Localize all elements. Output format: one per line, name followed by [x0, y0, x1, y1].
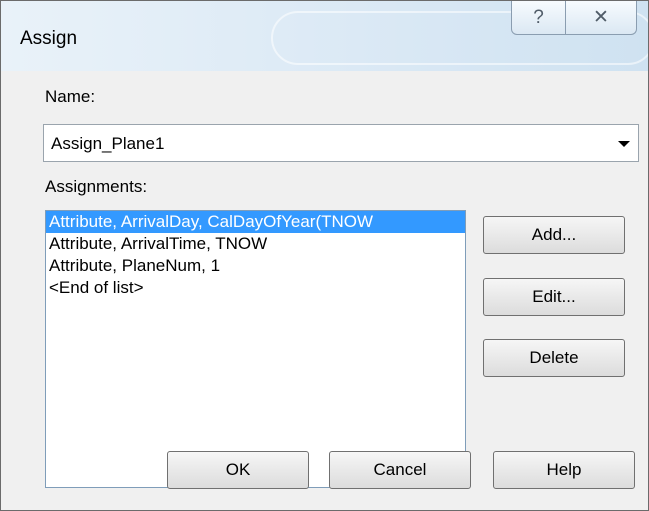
chevron-down-icon[interactable]	[618, 141, 630, 147]
list-item[interactable]: Attribute, PlaneNum, 1	[46, 255, 465, 277]
question-mark-icon: ?	[533, 6, 544, 28]
dialog-title: Assign	[20, 28, 78, 49]
assignments-listbox[interactable]: Attribute, ArrivalDay, CalDayOfYear(TNOW…	[45, 210, 466, 488]
delete-button[interactable]: Delete	[483, 339, 625, 377]
list-item[interactable]: <End of list>	[46, 277, 465, 299]
assign-dialog: Assign ? ✕ Name: Assign_Plane1 Assignmen…	[0, 0, 649, 511]
name-combobox[interactable]: Assign_Plane1	[43, 124, 639, 162]
title-bar[interactable]: Assign ? ✕	[1, 1, 648, 71]
dialog-body: Name: Assign_Plane1 Assignments: Attribu…	[1, 71, 648, 510]
cancel-button[interactable]: Cancel	[329, 451, 471, 489]
close-caption-button[interactable]: ✕	[565, 1, 637, 35]
close-icon: ✕	[593, 7, 609, 28]
name-label: Name:	[45, 87, 96, 106]
ok-button[interactable]: OK	[167, 451, 309, 489]
edit-button[interactable]: Edit...	[483, 278, 625, 316]
add-button[interactable]: Add...	[483, 216, 625, 254]
list-item[interactable]: Attribute, ArrivalTime, TNOW	[46, 233, 465, 255]
help-button[interactable]: Help	[493, 451, 635, 489]
name-combobox-value: Assign_Plane1	[51, 134, 165, 153]
assignments-label: Assignments:	[45, 177, 148, 196]
help-caption-button[interactable]: ?	[511, 1, 566, 35]
list-item[interactable]: Attribute, ArrivalDay, CalDayOfYear(TNOW	[46, 211, 465, 233]
